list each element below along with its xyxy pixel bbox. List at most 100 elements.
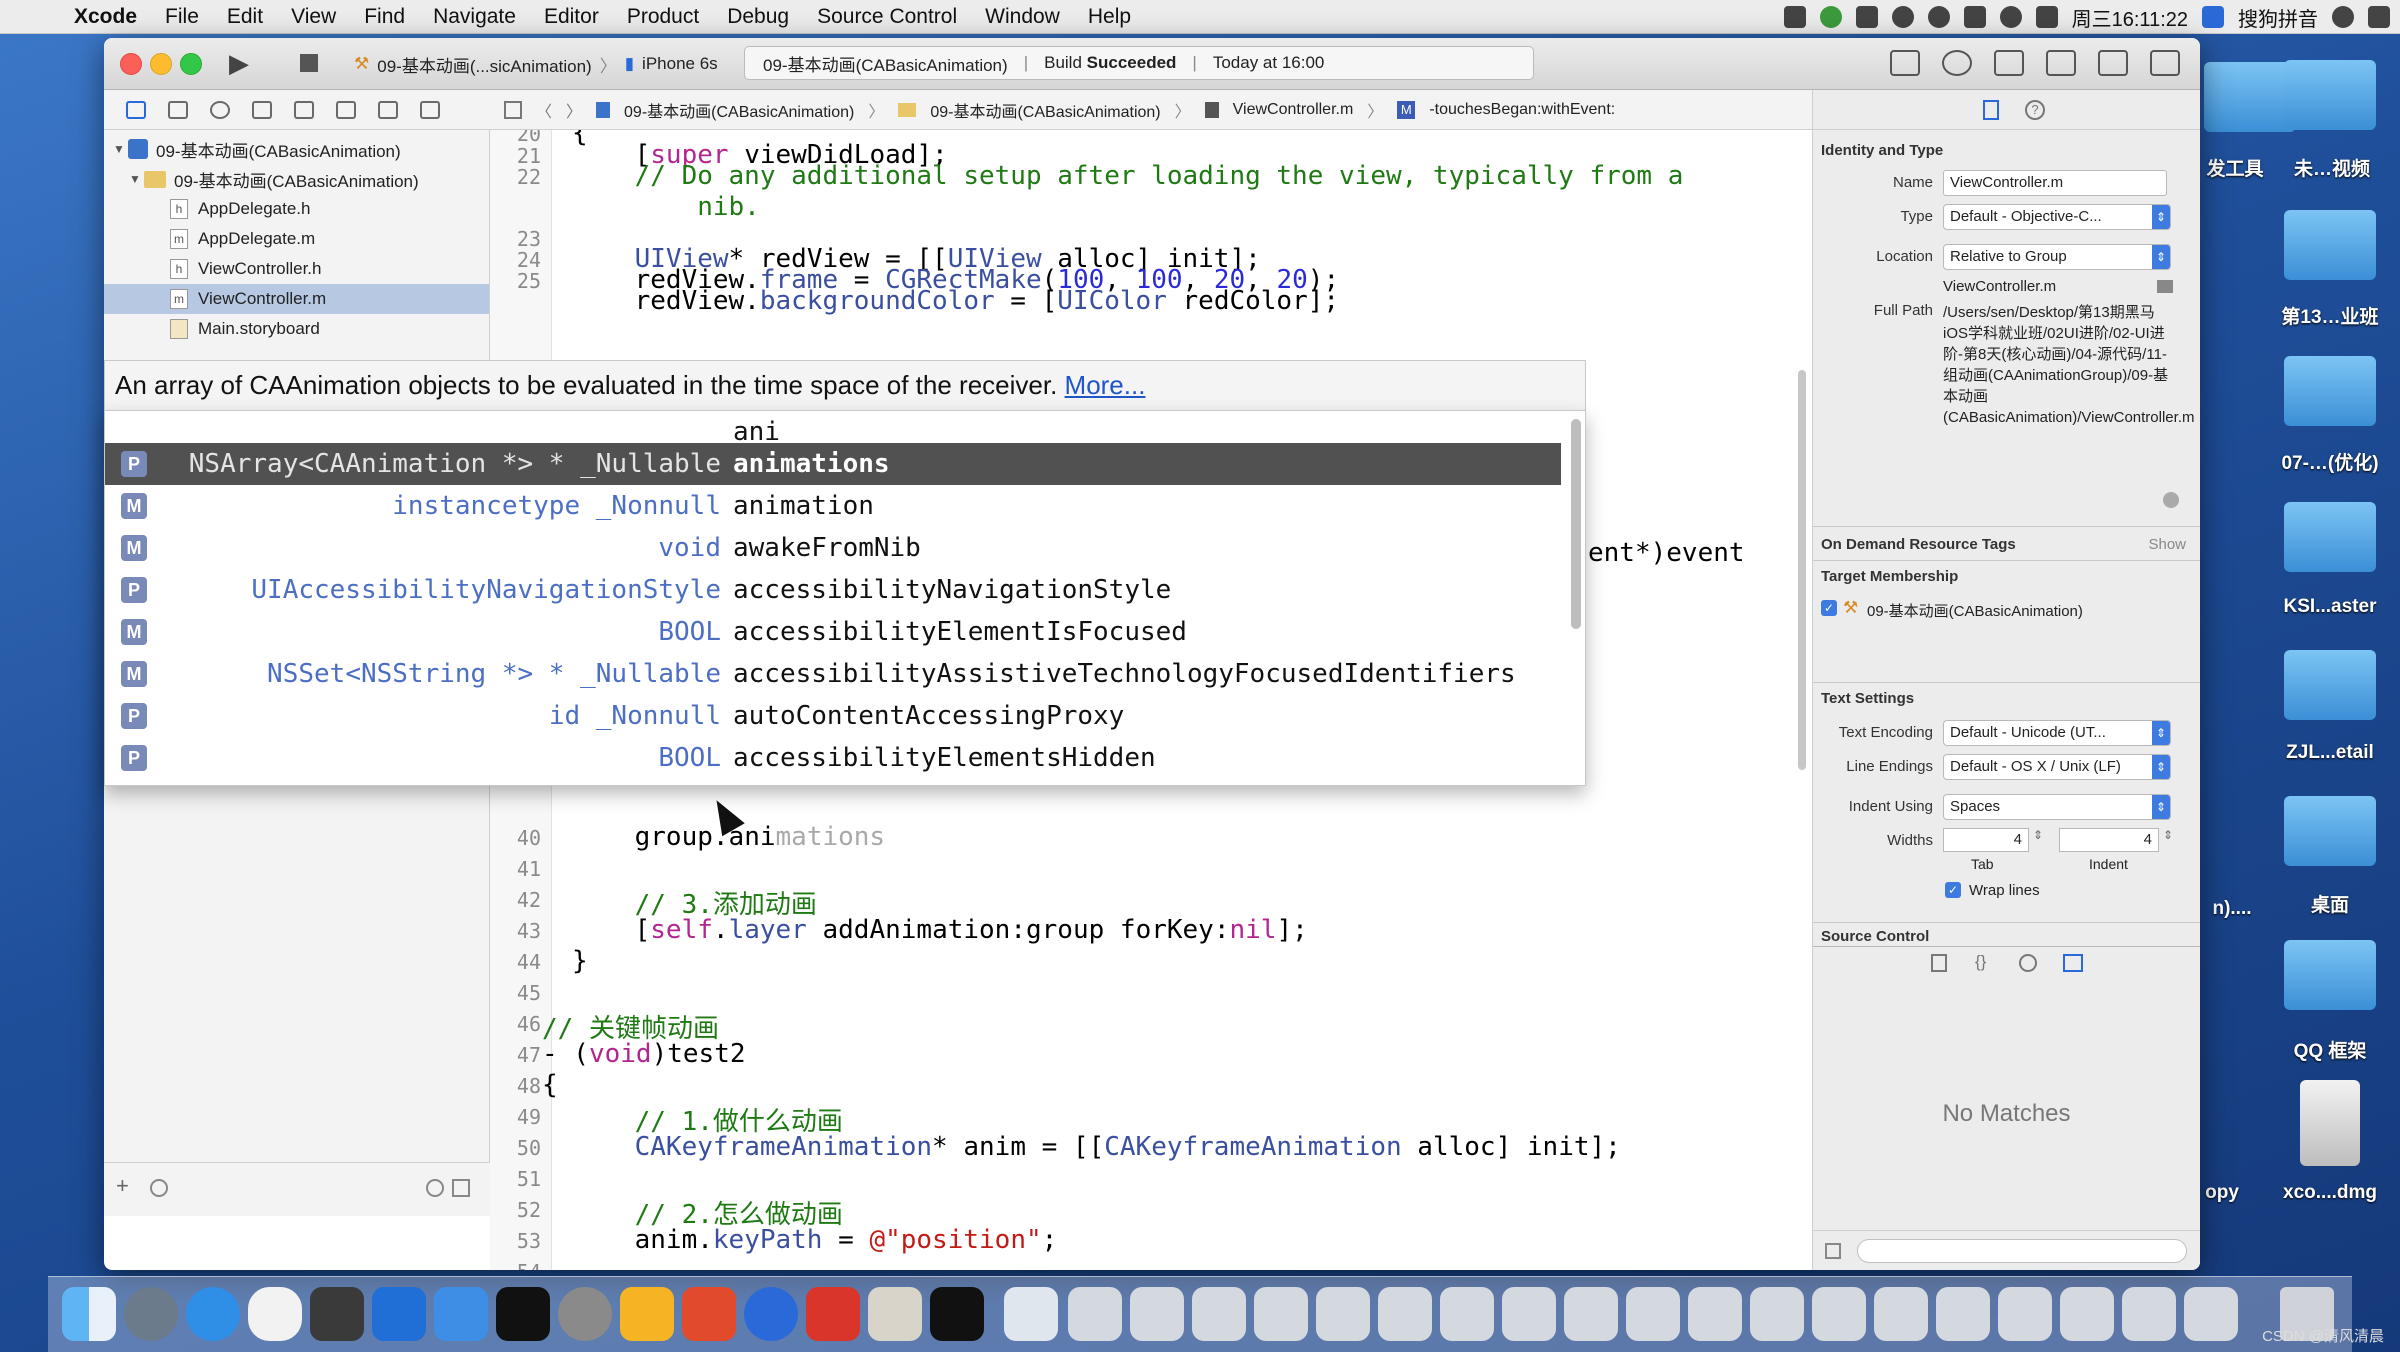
quicktime-icon[interactable] (744, 1287, 798, 1341)
disclosure-triangle-icon[interactable]: ▼ (110, 142, 128, 156)
minimized-window[interactable] (1254, 1287, 1308, 1341)
menu-app[interactable]: Xcode (60, 5, 151, 29)
media-library-icon[interactable] (2063, 954, 2083, 972)
volume-icon[interactable] (2035, 6, 2058, 28)
desktop-item[interactable] (2270, 650, 2390, 726)
grid-view-icon[interactable] (1825, 1243, 1841, 1259)
desktop-item[interactable] (2270, 60, 2390, 136)
symbol-navigator-icon[interactable] (168, 100, 188, 119)
report-navigator-icon[interactable] (420, 100, 440, 119)
menu-view[interactable]: View (277, 5, 350, 29)
desktop-item-label[interactable]: xco....dmg (2270, 1182, 2390, 1204)
indent-popup[interactable]: Spaces ⇕ (1943, 794, 2171, 820)
minimized-window[interactable] (1936, 1287, 1990, 1341)
minimized-window[interactable] (1688, 1287, 1742, 1341)
tree-row-file[interactable]: h ViewController.h (104, 254, 489, 284)
screens-icon[interactable] (1783, 6, 1806, 28)
sync-icon[interactable] (1819, 6, 1842, 28)
xcode-icon[interactable] (372, 1287, 426, 1341)
xcode-alt-icon[interactable] (434, 1287, 488, 1341)
desktop-item-label[interactable]: 未…视频 (2272, 154, 2392, 181)
minimized-window[interactable] (1068, 1287, 1122, 1341)
minimized-window[interactable] (1750, 1287, 1804, 1341)
folder-icon[interactable] (2157, 280, 2173, 293)
tree-row-file[interactable]: h AppDelegate.h (104, 194, 489, 224)
debug-navigator-icon[interactable] (336, 100, 356, 119)
minimized-window[interactable] (1812, 1287, 1866, 1341)
minimized-window[interactable] (1502, 1287, 1556, 1341)
desktop-item-label[interactable]: 第13…业班 (2270, 302, 2390, 329)
name-field[interactable]: ViewController.m (1943, 170, 2167, 196)
recent-files-icon[interactable] (426, 1179, 444, 1197)
completion-item[interactable]: M BOOL accessibilityElementIsFocused (105, 611, 1561, 653)
indent-width-field[interactable]: 4 (2059, 828, 2159, 852)
run-button[interactable]: ▶ (224, 48, 254, 78)
menu-navigate[interactable]: Navigate (419, 5, 530, 29)
minimized-window[interactable] (1564, 1287, 1618, 1341)
finder-icon[interactable] (62, 1287, 116, 1341)
safari-icon[interactable] (186, 1287, 240, 1341)
breadcrumb-group[interactable]: 09-基本动画(CABasicAnimation) (930, 98, 1160, 122)
minimized-window[interactable] (2060, 1287, 2114, 1341)
airplane-icon[interactable] (1891, 6, 1914, 28)
disclosure-triangle-icon[interactable]: ▼ (126, 172, 144, 186)
desktop-item-label[interactable]: opy (2192, 1182, 2252, 1204)
version-editor-icon[interactable] (1994, 50, 2024, 76)
completion-item-selected[interactable]: P NSArray<CAAnimation *> * _Nullable ani… (105, 443, 1561, 485)
completion-item[interactable]: M NSSet<NSString *> * _Nullable accessib… (105, 653, 1561, 695)
encoding-popup[interactable]: Default - Unicode (UT... ⇕ (1943, 720, 2171, 746)
minimized-window[interactable] (1316, 1287, 1370, 1341)
launchpad-icon[interactable] (124, 1287, 178, 1341)
navigator-toggle-icon[interactable] (2046, 50, 2076, 76)
bluetooth-icon[interactable] (1927, 6, 1950, 28)
desktop-item-label[interactable]: QQ 框架 (2270, 1036, 2390, 1063)
completion-item[interactable]: M void awakeFromNib (105, 527, 1561, 569)
tree-row-file[interactable]: Main.storyboard (104, 314, 489, 344)
reveal-arrow-icon[interactable] (2163, 492, 2179, 508)
related-items-icon[interactable] (504, 100, 522, 119)
tree-row-file-selected[interactable]: m ViewController.m (104, 284, 489, 314)
desktop-item[interactable] (2270, 210, 2390, 286)
completion-item[interactable]: P id _Nonnull autoContentAccessingProxy (105, 695, 1561, 737)
line-endings-popup[interactable]: Default - OS X / Unix (LF) ⇕ (1943, 754, 2171, 780)
target-checkbox[interactable]: ✓ (1821, 600, 1837, 616)
minimized-window[interactable] (1440, 1287, 1494, 1341)
menu-file[interactable]: File (151, 5, 213, 29)
preview-icon[interactable] (1004, 1287, 1058, 1341)
movie-app-icon[interactable] (310, 1287, 364, 1341)
stepper-icon[interactable]: ⇕ (2163, 828, 2173, 842)
notes-icon[interactable] (868, 1287, 922, 1341)
desktop-item-label[interactable]: 桌面 (2270, 890, 2390, 917)
menu-editor[interactable]: Editor (530, 5, 613, 29)
standard-editor-icon[interactable] (1890, 50, 1920, 76)
location-popup[interactable]: Relative to Group ⇕ (1943, 244, 2171, 270)
menu-help[interactable]: Help (1074, 5, 1145, 29)
input-method[interactable]: 搜狗拼音 (2238, 3, 2318, 32)
utilities-toggle-icon[interactable] (2150, 50, 2180, 76)
menu-product[interactable]: Product (613, 5, 713, 29)
project-navigator-icon[interactable] (126, 100, 146, 119)
tree-row-group[interactable]: ▼ 09-基本动画(CABasicAnimation) (104, 164, 489, 194)
desktop-item[interactable] (2270, 502, 2390, 578)
minimize-window-button[interactable] (150, 53, 172, 75)
mouse-app-icon[interactable] (248, 1287, 302, 1341)
desktop-item[interactable] (2270, 1080, 2390, 1172)
minimized-window[interactable] (1874, 1287, 1928, 1341)
filter-field[interactable] (1857, 1239, 2187, 1263)
desktop-item[interactable] (2270, 356, 2390, 432)
close-window-button[interactable] (120, 53, 142, 75)
desktop-item[interactable] (2270, 796, 2390, 872)
file-template-icon[interactable] (1931, 954, 1947, 972)
spotlight-search-icon[interactable] (2332, 6, 2354, 28)
minimized-window[interactable] (2184, 1287, 2238, 1341)
editor-scrollbar[interactable] (1798, 370, 1806, 770)
minimized-window[interactable] (1192, 1287, 1246, 1341)
menu-find[interactable]: Find (350, 5, 419, 29)
breadcrumb-file[interactable]: ViewController.m (1233, 101, 1354, 119)
tree-row-file[interactable]: m AppDelegate.m (104, 224, 489, 254)
quick-help-icon[interactable]: ? (2025, 100, 2045, 120)
app-icon[interactable] (806, 1287, 860, 1341)
minimized-window[interactable] (1626, 1287, 1680, 1341)
more-link[interactable]: More... (1065, 370, 1146, 400)
minimized-window[interactable] (1378, 1287, 1432, 1341)
